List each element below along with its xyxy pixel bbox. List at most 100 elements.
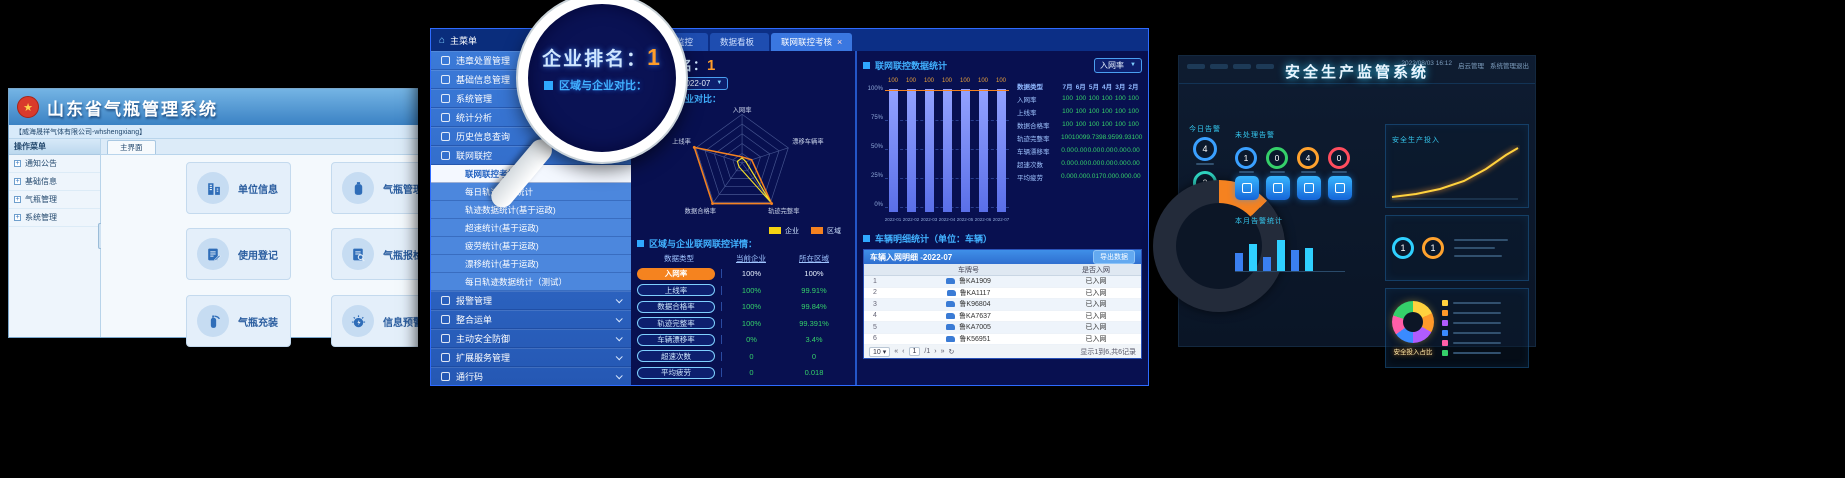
feature-icon[interactable] — [1297, 176, 1321, 200]
month-metric-table: 数据类型 7月 6月 5月 4月 3月 2月 — [1011, 75, 1142, 225]
shortcut-card[interactable]: 使用登记 — [186, 228, 291, 280]
row-index: 2 — [864, 289, 886, 296]
workspace-tab[interactable]: 联网联控考核 × — [771, 33, 852, 51]
sidebar-menu-item[interactable]: 报警管理 — [431, 291, 631, 310]
shortcut-card[interactable]: 单位信息 — [186, 162, 291, 214]
bar[interactable]: 100 2022-06 — [975, 89, 991, 212]
expand-plus-icon[interactable]: + — [14, 196, 21, 203]
feature-icon[interactable] — [1266, 176, 1290, 200]
chevron-down-icon — [616, 353, 623, 360]
plate-cell: 鲁KA7637 — [886, 311, 1051, 321]
sidebar-item-label: 通知公告 — [25, 158, 57, 169]
vehicle-row[interactable]: 6 鲁K56951 已入网 — [864, 334, 1141, 346]
sidebar-menu-item[interactable]: 主动安全防御 — [431, 329, 631, 348]
expand-plus-icon[interactable]: + — [14, 160, 21, 167]
export-button[interactable]: 导出数据 — [1093, 250, 1135, 264]
bar[interactable]: 100 2022-04 — [939, 89, 955, 212]
bar[interactable]: 100 2022-07 — [993, 89, 1009, 212]
bar[interactable]: 100 2022-02 — [903, 89, 919, 212]
legend-label: 区域 — [827, 226, 841, 236]
card-label: 信息预警 — [383, 314, 423, 329]
shortcut-card[interactable]: 气瓶充装 — [186, 295, 291, 347]
month-table-header: 数据类型 7月 6月 5月 4月 3月 2月 — [1017, 79, 1140, 92]
sidebar-item[interactable]: + 系统管理 — [9, 209, 100, 227]
card-label: 气瓶管理 — [383, 181, 423, 196]
refresh-icon[interactable]: ↻ — [949, 348, 955, 356]
bar[interactable]: 100 2022-01 — [885, 89, 901, 212]
sidebar-menu-item[interactable]: 通行码 — [431, 367, 631, 385]
vehicle-row[interactable]: 3 鲁K96804 已入网 — [864, 299, 1141, 311]
metric-button[interactable]: 超速次数 — [637, 350, 715, 362]
prev-page-icon[interactable]: ‹ — [902, 348, 904, 355]
submenu-item[interactable]: 超速统计(基于运政) — [431, 219, 631, 237]
submenu-item[interactable]: 疲劳统计(基于运政) — [431, 237, 631, 255]
donut-legend — [1442, 300, 1522, 356]
card-icon — [342, 238, 374, 270]
gauge-item: 0 — [1328, 147, 1350, 173]
vehicle-row[interactable]: 5 鲁KA7005 已入网 — [864, 322, 1141, 334]
sidebar-item[interactable]: + 气瓶管理 — [9, 191, 100, 209]
row-index: 3 — [864, 301, 886, 308]
metric-filter-select[interactable]: 入网率▼ — [1094, 58, 1142, 73]
sidebar-menu-item[interactable]: 整合运单 — [431, 310, 631, 329]
national-emblem-icon: ★ — [17, 96, 39, 118]
page-input[interactable]: 1 — [909, 347, 921, 356]
detail-row: 平均疲劳 0 0.018 — [637, 365, 849, 382]
region-value: 0.018 — [781, 368, 847, 377]
sidebar-item[interactable]: + 通知公告 — [9, 155, 100, 173]
tab-home[interactable]: 主界面 — [107, 140, 156, 154]
card-label: 使用登记 — [238, 247, 278, 262]
legend-label-placeholder — [1453, 322, 1501, 324]
last-page-icon[interactable]: » — [941, 348, 945, 355]
menu-item-label: 报警管理 — [456, 294, 610, 307]
metric-button[interactable]: 轨迹完整率 — [637, 317, 715, 329]
stat-ring: 4 — [1193, 137, 1217, 161]
submenu-item[interactable]: 漂移统计(基于运政) — [431, 255, 631, 273]
logout-link[interactable]: 系统管理退出 — [1490, 60, 1529, 70]
month-table-row: 数据合格率100 100100 100100 100 — [1017, 118, 1140, 131]
menu-item-icon — [441, 334, 450, 343]
sidebar-item-label: 基础信息 — [25, 176, 57, 187]
left-sidebar-header: 操作菜单 — [9, 139, 100, 155]
legend-label-placeholder — [1453, 352, 1501, 354]
metric-button[interactable]: 入网率 — [637, 268, 715, 280]
next-page-icon[interactable]: › — [934, 348, 936, 355]
metric-button[interactable]: 数据合格率 — [637, 301, 715, 313]
expand-plus-icon[interactable]: + — [14, 214, 21, 221]
bar[interactable]: 100 2022-03 — [921, 89, 937, 212]
pending-alarm-title: 未处理告警 — [1235, 132, 1275, 139]
metric-button[interactable]: 平均疲劳 — [637, 367, 715, 379]
right-column: 安全生产投入 1 1 — [1385, 124, 1529, 368]
user-label[interactable]: 启云管理 — [1458, 60, 1484, 70]
first-page-icon[interactable]: « — [894, 348, 898, 355]
vehicle-row[interactable]: 1 鲁KA1909 已入网 — [864, 276, 1141, 288]
region-value: 99.91% — [781, 286, 847, 295]
submenu-item[interactable]: 每日轨迹数据统计 — [431, 183, 631, 201]
detail-row: 超速次数 0 0 — [637, 348, 849, 365]
bar-fill — [889, 89, 898, 212]
expand-plus-icon[interactable]: + — [14, 178, 21, 185]
datetime-label: 2022/08/03 16:12 — [1401, 60, 1452, 70]
vehicle-row[interactable]: 2 鲁KA1117 已入网 — [864, 288, 1141, 300]
metric-button[interactable]: 车辆漂移率 — [637, 334, 715, 346]
submenu-item[interactable]: 轨迹数据统计(基于运政) — [431, 201, 631, 219]
bar[interactable]: 100 2022-05 — [957, 89, 973, 212]
vehicle-row[interactable]: 4 鲁KA7637 已入网 — [864, 311, 1141, 323]
mini-bar-chart — [1235, 232, 1345, 272]
sidebar-menu-item[interactable]: 扩展服务管理 — [431, 348, 631, 367]
mini-bar — [1277, 240, 1285, 271]
today-alarm-title: 今日告警 — [1189, 124, 1221, 134]
stat-ring: 4 — [1297, 147, 1319, 169]
close-tab-icon[interactable]: × — [837, 37, 842, 47]
submenu-item[interactable]: 每日轨迹数据统计（测试） — [431, 273, 631, 291]
feature-icon[interactable] — [1235, 176, 1259, 200]
workspace-tab[interactable]: 数据看板 — [710, 33, 769, 51]
plate-number: 鲁KA7637 — [959, 311, 991, 321]
sidebar-item[interactable]: + 基础信息 — [9, 173, 100, 191]
stat-value: 1 — [1430, 243, 1435, 253]
feature-icon[interactable] — [1328, 176, 1352, 200]
metric-button[interactable]: 上线率 — [637, 284, 715, 296]
bar-x-label: 2022-02 — [903, 218, 920, 223]
submenu-item-label: 每日轨迹数据统计（测试） — [465, 276, 621, 288]
page-size-select[interactable]: 10 ▾ — [869, 347, 890, 357]
